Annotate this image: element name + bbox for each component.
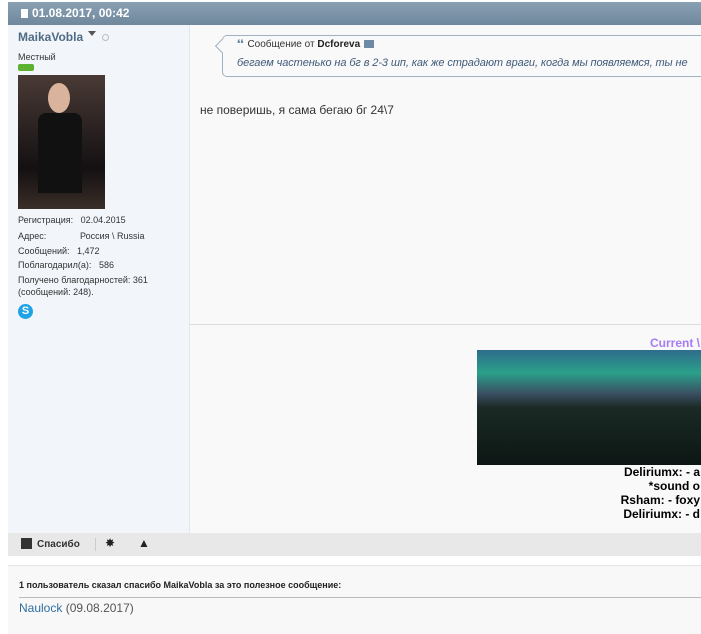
star-icon[interactable]: ✸ bbox=[105, 536, 115, 550]
thanks-user: Naulock (09.08.2017) bbox=[19, 601, 134, 615]
info-thanked: Поблагодарил(а): 586 bbox=[18, 260, 114, 270]
post-actions-bar: Спасибо ✸ ▲ bbox=[8, 533, 701, 556]
post-content: ❛❛ Сообщение от Dcforeva бегаем частенько… bbox=[190, 25, 701, 533]
signature-line: *sound o bbox=[648, 479, 700, 493]
view-post-icon[interactable] bbox=[364, 40, 375, 48]
quote-author: Dcforeva bbox=[317, 39, 361, 50]
chevron-down-icon[interactable] bbox=[88, 31, 97, 40]
info-registration: Регистрация: 02.04.2015 bbox=[18, 215, 126, 225]
skype-icon[interactable]: S bbox=[18, 304, 33, 319]
thumbs-up-icon bbox=[21, 538, 32, 549]
divider bbox=[95, 538, 96, 551]
signature-line: Deliriumx: - a bbox=[623, 465, 700, 479]
signature-title: Current \ bbox=[649, 336, 700, 350]
signature-divider bbox=[190, 324, 701, 325]
thanks-button[interactable]: Спасибо bbox=[21, 538, 80, 550]
signature-line: Rsham: - foxy bbox=[620, 493, 700, 507]
username-link[interactable]: MaikaVobla bbox=[18, 30, 83, 44]
quote-block: ❛❛ Сообщение от Dcforeva бегаем частенько… bbox=[214, 35, 701, 77]
offline-status-icon bbox=[102, 34, 110, 41]
quote-header: ❛❛ Сообщение от Dcforeva bbox=[237, 39, 375, 50]
info-posts: Сообщений: 1,472 bbox=[18, 246, 100, 256]
signature-image bbox=[477, 350, 701, 465]
user-rank: Местный bbox=[18, 52, 56, 62]
thanks-user-link[interactable]: Naulock bbox=[19, 601, 62, 615]
quote-text: бегаем частенько на бг в 2-3 шп, как же … bbox=[237, 57, 688, 69]
info-thanks-posts: (сообщений: 248). bbox=[18, 287, 94, 297]
info-address: Адрес: Россия \ Russia bbox=[18, 231, 145, 241]
info-thanks-received: Получено благодарностей: 361 bbox=[18, 275, 148, 285]
post-icon bbox=[21, 9, 28, 18]
post-date: 01.08.2017, 00:42 bbox=[32, 6, 130, 20]
divider bbox=[19, 597, 701, 598]
quote-icon: ❛❛ bbox=[237, 39, 244, 50]
message-text: не поверишь, я сама бегаю бг 24\7 bbox=[200, 103, 394, 117]
post-header: 01.08.2017, 00:42 bbox=[8, 2, 701, 25]
user-sidebar: MaikaVobla Местный Регистрация: 02.04.20… bbox=[8, 25, 190, 533]
thanks-title: 1 пользователь сказал спасибо MaikaVobla… bbox=[19, 580, 342, 590]
avatar[interactable] bbox=[18, 75, 105, 209]
reputation-bar bbox=[18, 64, 34, 71]
thanks-box: 1 пользователь сказал спасибо MaikaVobla… bbox=[8, 565, 701, 634]
signature-line: Deliriumx: - d bbox=[623, 507, 700, 521]
username[interactable]: MaikaVobla bbox=[18, 30, 110, 44]
warning-icon[interactable]: ▲ bbox=[138, 536, 150, 550]
